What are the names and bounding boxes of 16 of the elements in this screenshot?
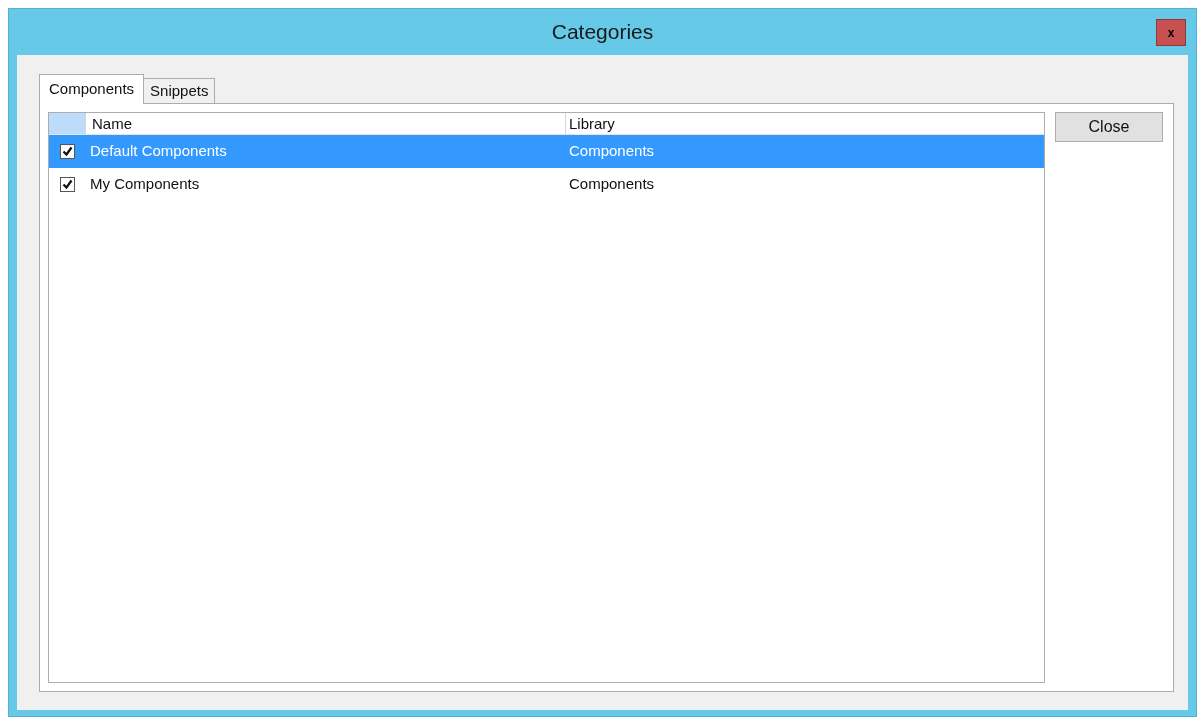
window-close-button[interactable]: x — [1156, 19, 1186, 46]
table-cell-text: Components — [568, 141, 656, 162]
checkbox[interactable] — [60, 144, 75, 159]
column-header[interactable]: Name — [86, 113, 566, 134]
table-cell-text: My Components — [89, 174, 201, 195]
tab[interactable]: Snippets — [144, 78, 216, 103]
window-title: Categories — [551, 19, 654, 46]
table-cell-text: Components — [568, 174, 656, 195]
header-cell — [49, 113, 86, 134]
table-cell-text: Default Components — [89, 141, 228, 162]
dialog-button[interactable]: Close — [1055, 112, 1163, 142]
checkmark-icon — [62, 179, 73, 190]
column-header[interactable]: Library — [566, 113, 1044, 134]
tab[interactable]: Components — [39, 74, 145, 104]
checkbox[interactable] — [60, 177, 75, 192]
checkmark-icon — [62, 146, 73, 157]
